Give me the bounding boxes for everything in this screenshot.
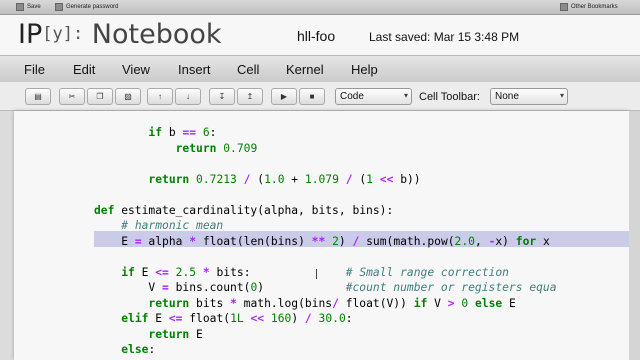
copy-button[interactable]: ❐ [87, 88, 113, 105]
menu-edit[interactable]: Edit [73, 62, 95, 77]
bookmark-save[interactable]: Save [16, 3, 41, 11]
bookmark-label: Generate password [66, 4, 119, 10]
chevron-updown-icon: ▾ [403, 91, 408, 100]
move-down-icon: ↓ [186, 92, 190, 101]
code-line[interactable]: elif E <= float(1L << 160) / 30.0: [94, 312, 352, 327]
cell-type-value: Code [340, 91, 364, 102]
ipython-logo[interactable]: IP[y]: Notebook [18, 19, 222, 50]
code-line[interactable]: return 0.7213 / (1.0 + 1.079 / (1 << b)) [94, 173, 420, 188]
text-cursor-icon [316, 269, 320, 279]
notebook-container: if b == 6: return 0.709 return 0.7213 / … [14, 111, 629, 360]
menu-cell[interactable]: Cell [237, 62, 259, 77]
code-line[interactable]: return E [94, 328, 202, 343]
cell-toolbar-label: Cell Toolbar: [419, 91, 480, 103]
run-button[interactable]: ▶ [271, 88, 297, 105]
code-line[interactable]: V = bins.count(0) #count number or regis… [94, 281, 556, 296]
code-line[interactable]: return bits * math.log(bins/ float(V)) i… [94, 297, 515, 312]
notebook-name[interactable]: hll-foo [297, 28, 335, 44]
cut-icon: ✂ [68, 92, 76, 101]
folder-icon [560, 3, 568, 11]
code-line[interactable]: # harmonic mean [94, 219, 223, 234]
insert-above-button[interactable]: ↧ [209, 88, 235, 105]
cut-button[interactable]: ✂ [59, 88, 85, 105]
key-icon [55, 3, 63, 11]
code-line[interactable]: else: [94, 343, 155, 358]
other-bookmarks[interactable]: Other Bookmarks [560, 3, 618, 11]
paste-button[interactable]: ▨ [115, 88, 141, 105]
cell-toolbar-value: None [495, 91, 519, 102]
code-line[interactable]: def estimate_cardinality(alpha, bits, bi… [94, 204, 393, 219]
code-line[interactable]: E = alpha * float(len(bins) ** 2) / sum(… [94, 235, 550, 250]
menu-insert[interactable]: Insert [178, 62, 211, 77]
paste-icon: ▨ [124, 92, 132, 101]
logo-y: [y]: [42, 24, 84, 44]
save-icon: ▤ [34, 92, 42, 101]
stop-button[interactable]: ■ [299, 88, 325, 105]
bookmark-generate-password[interactable]: Generate password [55, 3, 118, 11]
code-line[interactable]: return 0.709 [94, 142, 258, 157]
insert-below-button[interactable]: ↥ [237, 88, 263, 105]
code-line[interactable]: if E <= 2.5 * bits: # Small range correc… [94, 266, 509, 281]
code-cell[interactable]: if b == 6: return 0.709 return 0.7213 / … [14, 111, 629, 360]
last-saved: Last saved: Mar 15 3:48 PM [369, 30, 520, 44]
menu-bar: File Edit View Insert Cell Kernel Help [0, 55, 640, 84]
insert-above-icon: ↧ [218, 92, 226, 101]
menu-kernel[interactable]: Kernel [286, 62, 324, 77]
move-up-icon: ↑ [158, 92, 162, 101]
bookmarks-bar: Save Generate password Other Bookmarks [0, 0, 640, 15]
move-down-button[interactable]: ↓ [175, 88, 201, 105]
scrollbar-track[interactable] [629, 111, 640, 360]
insert-below-icon: ↥ [246, 92, 254, 101]
menu-help[interactable]: Help [351, 62, 378, 77]
other-bookmarks-label: Other Bookmarks [571, 4, 618, 10]
logo-notebook: Notebook [91, 19, 222, 50]
save-button[interactable]: ▤ [25, 88, 51, 105]
copy-icon: ❐ [96, 92, 104, 101]
cell-type-select[interactable]: Code ▾ [335, 88, 412, 105]
toolbar: ▤ ✂ ❐ ▨ ↑ ↓ ↧ ↥ ▶ ■ Code ▾ Cell Toolbar:… [0, 82, 640, 111]
bookmark-label: Save [27, 4, 41, 10]
notebook-header: IP[y]: Notebook hll-foo Last saved: Mar … [0, 15, 640, 55]
menu-file[interactable]: File [24, 62, 45, 77]
save-icon [16, 3, 24, 11]
menu-view[interactable]: View [122, 62, 150, 77]
stop-icon: ■ [309, 92, 315, 101]
move-up-button[interactable]: ↑ [147, 88, 173, 105]
run-icon: ▶ [280, 92, 288, 101]
logo-ip: IP [18, 19, 43, 50]
code-line[interactable]: if b == 6: [94, 126, 216, 141]
chevron-updown-icon: ▾ [559, 91, 564, 100]
cell-toolbar-select[interactable]: None ▾ [490, 88, 568, 105]
notebook-page: if b == 6: return 0.709 return 0.7213 / … [0, 111, 640, 360]
